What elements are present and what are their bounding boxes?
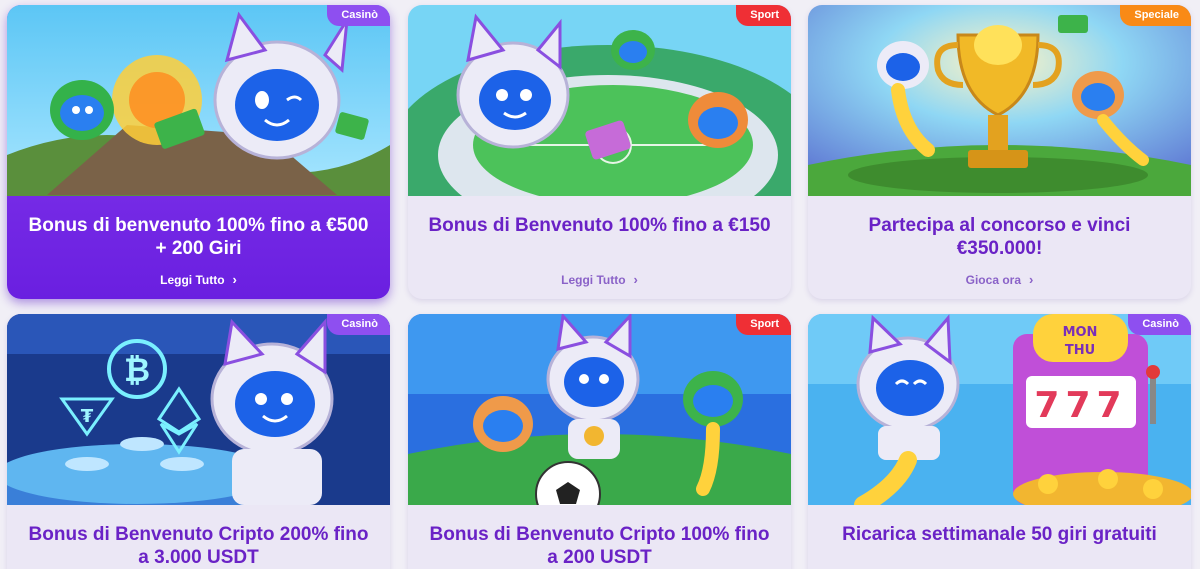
promo-banner-image — [408, 5, 791, 196]
svg-text:777: 777 — [1034, 385, 1127, 426]
category-badge: Sport — [736, 314, 791, 335]
category-badge: Speciale — [1120, 5, 1191, 26]
promo-card-casino-welcome[interactable]: Casinò Bonus di benvenuto 100% fino a €5… — [7, 5, 390, 299]
svg-text:THU: THU — [1065, 343, 1095, 358]
promo-title: Partecipa al concorso e vinci €350.000! — [868, 215, 1131, 259]
category-badge: Casinò — [327, 5, 390, 26]
category-badge: Casinò — [1128, 314, 1191, 335]
promo-card-sport-welcome[interactable]: Sport Bonus di Benvenuto 100% fino a €15… — [408, 5, 791, 299]
read-more-link[interactable]: Leggi Tutto › — [160, 272, 237, 287]
category-badge: Sport — [736, 5, 791, 26]
chevron-right-icon: › — [1029, 272, 1034, 287]
promo-banner-image — [808, 5, 1191, 196]
svg-text:₿: ₿ — [124, 351, 150, 389]
promo-card-crypto-casino[interactable]: ₿ ₮ Casinò Bonus di Benvenuto Cripto 200… — [7, 314, 390, 569]
promo-card-weekly-reload[interactable]: MON THU 777 Casinò Ricarica settimanale … — [808, 314, 1191, 569]
promo-card-crypto-sport[interactable]: Sport Bonus di Benvenuto Cripto 100% fin… — [408, 314, 791, 569]
category-badge: Casinò — [327, 314, 390, 335]
promo-banner-image — [408, 314, 791, 505]
promo-title: Bonus di Benvenuto Cripto 100% fino a 20… — [429, 524, 770, 568]
promo-banner-image: MON THU 777 — [808, 314, 1191, 505]
promo-title: Ricarica settimanale 50 giri gratuiti — [842, 524, 1157, 545]
chevron-right-icon: › — [232, 272, 237, 287]
chevron-right-icon: › — [633, 272, 638, 287]
read-more-link[interactable]: Leggi Tutto › — [561, 272, 638, 287]
promotions-grid: Casinò Bonus di benvenuto 100% fino a €5… — [0, 0, 1200, 569]
promo-title: Bonus di Benvenuto Cripto 200% fino a 3.… — [28, 524, 369, 568]
promo-title: Bonus di benvenuto 100% fino a €500 + 20… — [28, 215, 369, 259]
play-now-link[interactable]: Gioca ora › — [966, 272, 1034, 287]
promo-title: Bonus di Benvenuto 100% fino a €150 — [428, 215, 771, 236]
promo-banner-image: ₿ ₮ — [7, 314, 390, 505]
promo-card-special-contest[interactable]: Speciale Partecipa al concorso e vinci €… — [808, 5, 1191, 299]
promo-banner-image — [7, 5, 390, 196]
svg-text:MON: MON — [1063, 325, 1098, 340]
svg-text:₮: ₮ — [81, 406, 94, 427]
